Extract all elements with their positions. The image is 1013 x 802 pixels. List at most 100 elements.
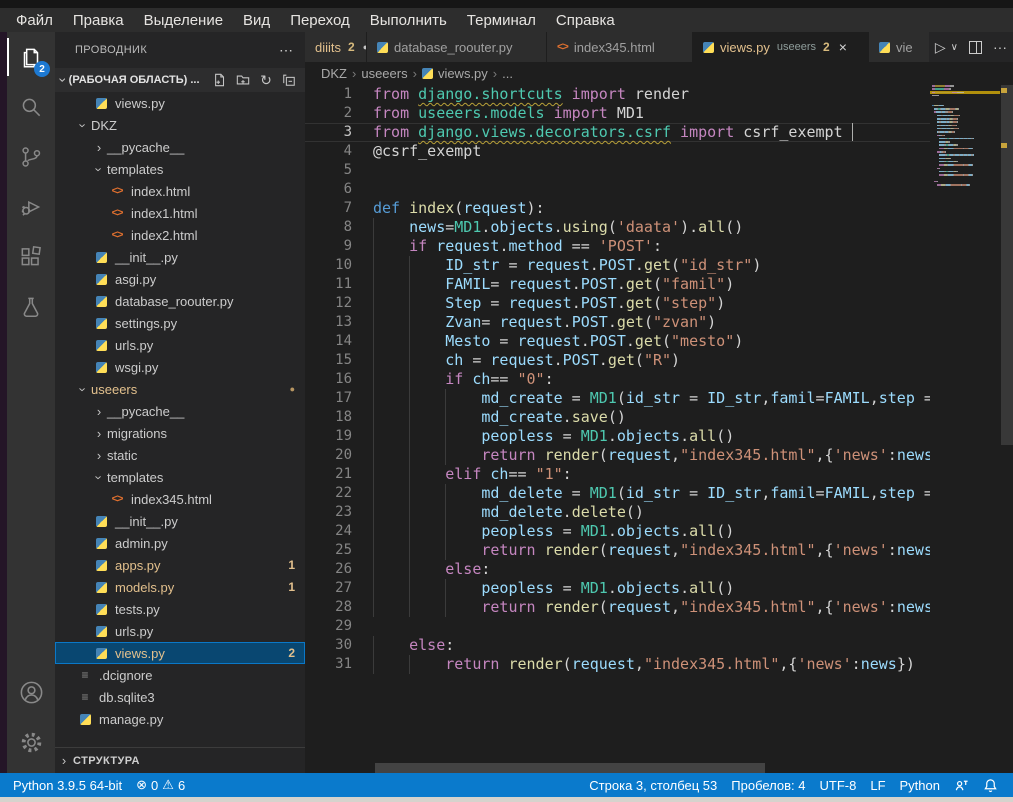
code-line[interactable]: 18 md_create.save() [305, 408, 930, 427]
code-line[interactable]: 8 news=MD1.objects.using('daata').all() [305, 218, 930, 237]
tree-item-tests.py[interactable]: tests.py [55, 598, 305, 620]
tab-database_roouter.py[interactable]: database_roouter.py [367, 32, 547, 62]
feedback-icon[interactable] [947, 778, 976, 793]
code-line[interactable]: 28 return render(request,"index345.html"… [305, 598, 930, 617]
collapse-all-icon[interactable] [281, 72, 297, 88]
code-line[interactable]: 23 md_delete.delete() [305, 503, 930, 522]
notifications-bell-icon[interactable] [976, 778, 1005, 793]
more-actions-icon[interactable]: ··· [993, 39, 1007, 55]
code-line[interactable]: 7def index(request): [305, 199, 930, 218]
tree-item-migrations[interactable]: ›migrations [55, 422, 305, 444]
eol-status[interactable]: LF [863, 778, 892, 793]
source-control-icon[interactable] [7, 132, 55, 182]
python-interpreter-status[interactable]: Python 3.9.5 64-bit [6, 778, 129, 793]
new-file-icon[interactable] [212, 72, 228, 88]
menu-item[interactable]: Файл [6, 12, 63, 29]
tree-item-index1.html[interactable]: <>index1.html [55, 202, 305, 224]
tree-item-useeers[interactable]: ›useeers● [55, 378, 305, 400]
code-line[interactable]: 24 peopless = MD1.objects.all() [305, 522, 930, 541]
tree-item-urls.py[interactable]: urls.py [55, 620, 305, 642]
code-line[interactable]: 6 [305, 180, 930, 199]
code-line[interactable]: 25 return render(request,"index345.html"… [305, 541, 930, 560]
breadcrumb-item[interactable]: DKZ [321, 66, 347, 81]
breadcrumb-item[interactable]: views.py [438, 66, 488, 81]
menu-item[interactable]: Справка [546, 12, 625, 29]
split-editor-icon[interactable] [969, 41, 982, 54]
sidebar-more-actions-icon[interactable]: ⋯ [279, 42, 293, 59]
tree-item-templates[interactable]: ›templates [55, 158, 305, 180]
tab-diiits[interactable]: diiits2● [305, 32, 367, 62]
encoding-status[interactable]: UTF-8 [813, 778, 864, 793]
run-dropdown-icon[interactable]: ∨ [951, 42, 958, 53]
tab-views.py[interactable]: views.pyuseeers2× [693, 32, 869, 62]
code-line[interactable]: 9 if request.method == 'POST': [305, 237, 930, 256]
search-icon[interactable] [7, 82, 55, 132]
tree-item-index345.html[interactable]: <>index345.html [55, 488, 305, 510]
refresh-icon[interactable]: ↻ [258, 72, 274, 88]
cursor-position-status[interactable]: Строка 3, столбец 53 [582, 778, 724, 793]
tree-item-views.py[interactable]: views.py2 [55, 642, 305, 664]
code-line[interactable]: 1from django.shortcuts import render [305, 85, 930, 104]
tree-item-static[interactable]: ›static [55, 444, 305, 466]
vertical-scrollbar[interactable] [1001, 85, 1013, 445]
explorer-icon[interactable]: 2 [7, 32, 55, 82]
tree-item-__init__.py[interactable]: __init__.py [55, 246, 305, 268]
code-line[interactable]: 31 return render(request,"index345.html"… [305, 655, 930, 674]
tree-item-__pycache__[interactable]: ›__pycache__ [55, 400, 305, 422]
tree-item-admin.py[interactable]: admin.py [55, 532, 305, 554]
tree-item-apps.py[interactable]: apps.py1 [55, 554, 305, 576]
tree-item-asgi.py[interactable]: asgi.py [55, 268, 305, 290]
extensions-icon[interactable] [7, 232, 55, 282]
code-line[interactable]: 17 md_create = MD1(id_str = ID_str,famil… [305, 389, 930, 408]
code-line[interactable]: 15 ch = request.POST.get("R") [305, 351, 930, 370]
problems-status[interactable]: ⊗ 0 ⚠ 6 [129, 777, 192, 793]
tree-item-index.html[interactable]: <>index.html [55, 180, 305, 202]
code-line[interactable]: 3from django.views.decorators.csrf impor… [305, 123, 930, 142]
tree-item-__pycache__[interactable]: ›__pycache__ [55, 136, 305, 158]
workspace-section-header[interactable]: › (РАБОЧАЯ ОБЛАСТЬ) ... ↻ [55, 68, 305, 92]
tab-index345.html[interactable]: <>index345.html [547, 32, 693, 62]
menu-item[interactable]: Переход [280, 12, 360, 29]
code-line[interactable]: 16 if ch== "0": [305, 370, 930, 389]
account-icon[interactable] [7, 667, 55, 717]
code-line[interactable]: 21 elif ch== "1": [305, 465, 930, 484]
code-line[interactable]: 29 [305, 617, 930, 636]
code-line[interactable]: 12 Step = request.POST.get("step") [305, 294, 930, 313]
breadcrumb-item[interactable]: useeers [361, 66, 407, 81]
minimap[interactable] [930, 85, 1000, 195]
code-line[interactable]: 14 Mesto = request.POST.get("mesto") [305, 332, 930, 351]
menu-item[interactable]: Выполнить [360, 12, 457, 29]
tree-item-db.sqlite3[interactable]: ≡db.sqlite3 [55, 686, 305, 708]
tree-item-urls.py[interactable]: urls.py [55, 334, 305, 356]
tree-item-database_roouter.py[interactable]: database_roouter.py [55, 290, 305, 312]
breadcrumb[interactable]: DKZ›useeers›views.py›... [305, 62, 1013, 84]
tree-item-__init__.py[interactable]: __init__.py [55, 510, 305, 532]
indentation-status[interactable]: Пробелов: 4 [724, 778, 812, 793]
code-line[interactable]: 26 else: [305, 560, 930, 579]
code-editor[interactable]: 1from django.shortcuts import render2fro… [305, 85, 930, 674]
code-line[interactable]: 2from useeers.models import MD1 [305, 104, 930, 123]
settings-gear-icon[interactable] [7, 717, 55, 767]
code-line[interactable]: 19 peopless = MD1.objects.all() [305, 427, 930, 446]
code-line[interactable]: 27 peopless = MD1.objects.all() [305, 579, 930, 598]
tree-item-settings.py[interactable]: settings.py [55, 312, 305, 334]
code-line[interactable]: 20 return render(request,"index345.html"… [305, 446, 930, 465]
language-mode-status[interactable]: Python [893, 778, 947, 793]
code-line[interactable]: 22 md_delete = MD1(id_str = ID_str,famil… [305, 484, 930, 503]
code-line[interactable]: 10 ID_str = request.POST.get("id_str") [305, 256, 930, 275]
tree-item-models.py[interactable]: models.py1 [55, 576, 305, 598]
tree-item-templates[interactable]: ›templates [55, 466, 305, 488]
code-line[interactable]: 4@csrf_exempt [305, 142, 930, 161]
tree-item-.dcignore[interactable]: ≡.dcignore [55, 664, 305, 686]
tree-item-DKZ[interactable]: ›DKZ [55, 114, 305, 136]
breadcrumb-item[interactable]: ... [502, 66, 513, 81]
tree-item-manage.py[interactable]: manage.py [55, 708, 305, 730]
tree-item-views.py[interactable]: views.py [55, 92, 305, 114]
testing-icon[interactable] [7, 282, 55, 332]
run-debug-icon[interactable] [7, 182, 55, 232]
code-line[interactable]: 30 else: [305, 636, 930, 655]
tree-item-index2.html[interactable]: <>index2.html [55, 224, 305, 246]
menu-item[interactable]: Выделение [134, 12, 233, 29]
code-line[interactable]: 13 Zvan= request.POST.get("zvan") [305, 313, 930, 332]
code-line[interactable]: 11 FAMIL= request.POST.get("famil") [305, 275, 930, 294]
